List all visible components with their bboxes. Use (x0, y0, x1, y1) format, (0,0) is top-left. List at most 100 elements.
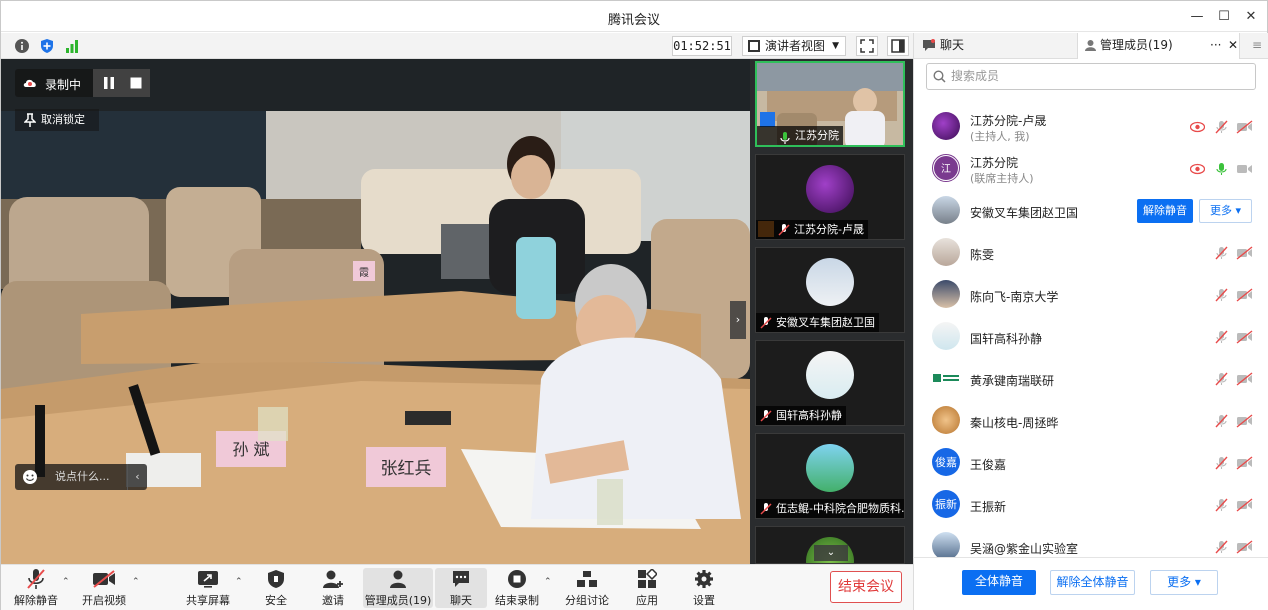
share-screen-button[interactable]: 共享屏幕 (175, 568, 241, 608)
end-recording-button[interactable]: 结束录制 (484, 568, 550, 608)
mic-muted-icon (778, 224, 790, 236)
unpin-button[interactable]: 取消锁定 (15, 109, 99, 131)
member-name: 江苏分院 (970, 156, 1019, 170)
member-row[interactable]: 江 江苏分院 (联席主持人) (914, 148, 1268, 190)
member-row[interactable]: 俊嘉 王俊嘉 (914, 442, 1268, 484)
thumbnail-tile[interactable]: 江苏分院 (755, 61, 905, 147)
start-video-button[interactable]: 开启视频 (71, 568, 137, 608)
tab-chat[interactable]: 聊天 (918, 33, 1078, 59)
member-row[interactable]: 江苏分院-卢晟 (主持人, 我) (914, 106, 1268, 148)
member-row[interactable]: 国轩高科孙静 (914, 316, 1268, 358)
camera-off-icon (1236, 498, 1253, 512)
settings-button[interactable]: 设置 (671, 568, 737, 608)
avatar (932, 364, 960, 392)
maximize-icon[interactable]: ☐ (1214, 7, 1234, 27)
nameplate-zhanghongbing: 张红兵 (381, 459, 432, 479)
mic-muted-icon (760, 503, 772, 515)
more-label: 更多 (1167, 575, 1192, 589)
stop-recording-icon[interactable] (128, 75, 144, 91)
member-row[interactable]: 安徽叉车集团赵卫国 解除静音 更多 ▾ (914, 190, 1268, 232)
chat-button[interactable]: 聊天 (435, 568, 487, 608)
speaker-view-icon (748, 40, 760, 52)
chat-input-overlay[interactable]: 说点什么... ‹ (15, 464, 147, 490)
chat-icon (923, 39, 935, 51)
mic-muted-icon (1215, 246, 1228, 260)
unmute-label: 解除静音 (14, 594, 58, 607)
member-role: (联席主持人) (970, 172, 1034, 185)
chat-input-placeholder: 说点什么... (55, 470, 110, 483)
fullscreen-button[interactable] (856, 36, 878, 56)
search-members-input[interactable]: 搜索成员 (926, 63, 1256, 90)
view-selector[interactable]: 演讲者视图 ▼ (742, 36, 846, 56)
panel-menu-icon[interactable]: ≡ (1246, 33, 1268, 59)
chat-label: 聊天 (450, 594, 472, 607)
thumbnail-tile[interactable]: 安徽叉车集团赵卫国 (755, 247, 905, 333)
member-row[interactable]: 陈向飞-南京大学 (914, 274, 1268, 316)
chevron-down-icon[interactable]: ⌄ (814, 545, 848, 561)
member-row[interactable]: 黄承键南瑞联研 (914, 358, 1268, 400)
chevron-up-icon[interactable]: ⌃ (544, 577, 552, 587)
signal-icon[interactable] (63, 37, 80, 54)
member-name: 王振新 (970, 500, 1007, 514)
chevron-up-icon[interactable]: ⌃ (62, 577, 70, 587)
mic-muted-icon (27, 569, 45, 589)
minimize-icon[interactable]: — (1187, 7, 1207, 27)
member-name: 黄承键南瑞联研 (970, 374, 1055, 388)
camera-off-icon (1236, 540, 1253, 554)
avatar (932, 196, 960, 224)
caret-down-icon: ▾ (1194, 575, 1201, 589)
member-row[interactable]: 吴涵@紫金山实验室 (914, 526, 1268, 557)
camera-off-icon (1236, 120, 1253, 134)
mic-muted-icon (1215, 288, 1228, 302)
chevron-up-icon[interactable]: ⌃ (132, 577, 140, 587)
breakout-icon (577, 571, 597, 587)
caret-down-icon: ▾ (1235, 204, 1242, 217)
chevron-left-icon[interactable]: ‹ (127, 464, 147, 490)
thumbnail-label: 江苏分院 (757, 126, 843, 145)
fullscreen-icon (860, 39, 874, 53)
camera-off-icon (1236, 246, 1253, 260)
unmute-member-button[interactable]: 解除静音 (1137, 199, 1193, 223)
collapse-thumbnails-button[interactable]: › (730, 301, 746, 339)
avatar (806, 351, 854, 399)
manage-members-button[interactable]: 管理成员(19) (363, 568, 433, 608)
tab-members-label: 管理成员(19) (1100, 38, 1173, 52)
close-icon[interactable]: ✕ (1241, 7, 1261, 27)
member-row[interactable]: 陈雯 (914, 232, 1268, 274)
breakout-rooms-label: 分组讨论 (565, 594, 609, 607)
pin-icon (24, 113, 36, 127)
mute-all-button[interactable]: 全体静音 (962, 570, 1036, 595)
thumbnail-tile[interactable]: 江苏分院-卢晟 (755, 154, 905, 240)
toggle-sidebar-button[interactable] (887, 36, 909, 56)
member-name: 安徽叉车集团赵卫国 (970, 206, 1079, 220)
tab-members[interactable]: 管理成员(19) ··· ✕ (1077, 33, 1240, 59)
member-row[interactable]: 秦山核电-周拯晔 (914, 400, 1268, 442)
member-row[interactable]: 振新 王振新 (914, 484, 1268, 526)
close-icon[interactable]: ✕ (1228, 33, 1238, 58)
thumbnail-tile[interactable]: ⌄ (755, 526, 905, 564)
breakout-rooms-button[interactable]: 分组讨论 (554, 568, 620, 608)
member-name: 陈向飞-南京大学 (970, 290, 1059, 304)
member-more-label: 更多 (1209, 204, 1232, 217)
mic-muted-icon (1215, 372, 1228, 386)
avatar (806, 258, 854, 306)
info-icon[interactable] (13, 37, 30, 54)
unmute-button[interactable]: 解除静音 (3, 568, 69, 608)
unmute-all-button[interactable]: 解除全体静音 (1050, 570, 1135, 595)
member-more-button[interactable]: 更多 ▾ (1199, 199, 1252, 223)
member-name: 江苏分院-卢晟 (970, 114, 1047, 128)
more-options-icon[interactable]: ··· (1210, 33, 1221, 58)
thumbnail-tile[interactable]: 国轩高科孙静 (755, 340, 905, 426)
invite-button[interactable]: 邀请 (300, 568, 366, 608)
video-thumbnail-strip: 江苏分院 江苏分院-卢晟 安徽叉车集团赵卫国 国轩高科孙静 伍志鲲-中科院合肥物… (750, 59, 913, 564)
chevron-up-icon[interactable]: ⌃ (235, 577, 243, 587)
shield-icon[interactable] (38, 37, 55, 54)
members-icon (390, 570, 406, 588)
pause-recording-icon[interactable] (101, 75, 117, 91)
stop-record-icon (508, 570, 526, 588)
organization-logo-icon: 江 (934, 156, 958, 180)
thumbnail-tile[interactable]: 伍志鲲-中科院合肥物质科... (755, 433, 905, 519)
more-button[interactable]: 更多 ▾ (1150, 570, 1218, 595)
chevron-down-icon: ▼ (832, 41, 839, 51)
end-meeting-button[interactable]: 结束会议 (830, 571, 902, 603)
